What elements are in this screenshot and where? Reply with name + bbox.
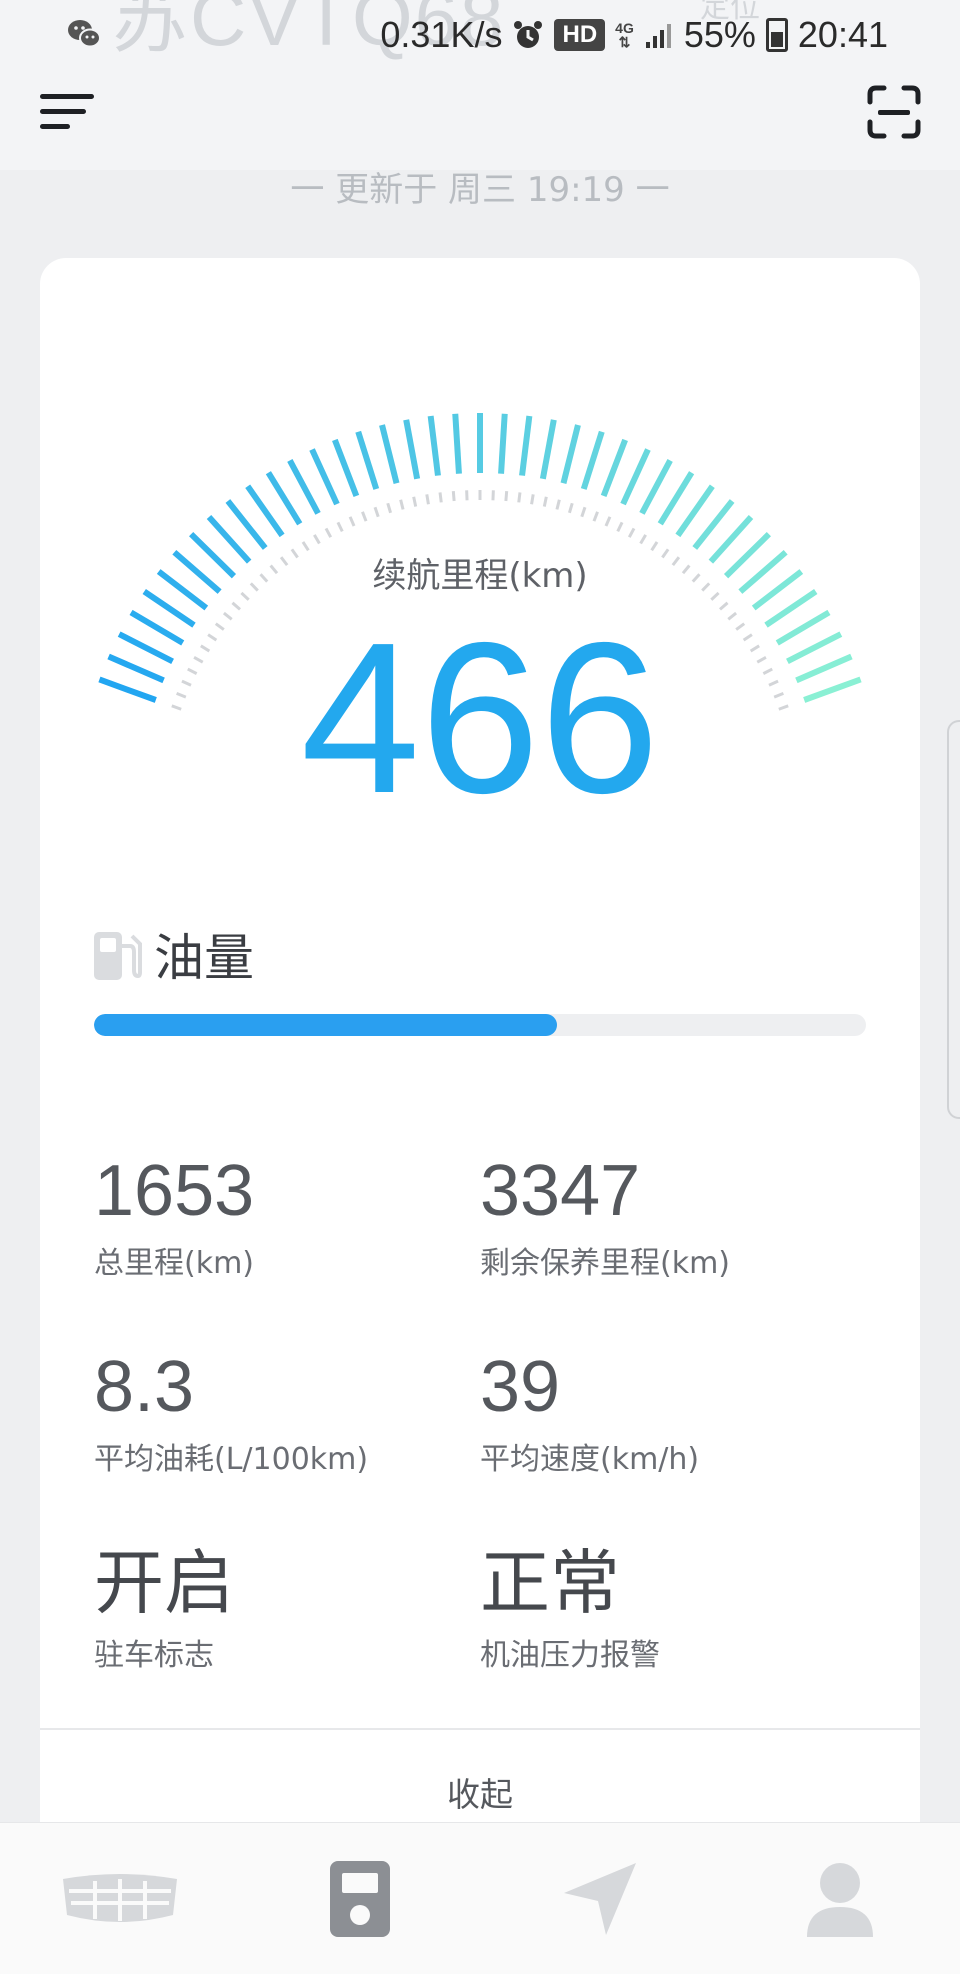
gauge-tick (290, 460, 318, 513)
gauge-tick (584, 432, 602, 489)
gauge-minor-tick (401, 500, 403, 510)
tab-navigation[interactable] (480, 1823, 720, 1974)
gauge-minor-tick (440, 492, 441, 502)
fuel-pump-icon (92, 926, 142, 982)
stat-oil-pressure-alarm: 正常 机油压力报警 (480, 1540, 850, 1674)
gauge-minor-tick (314, 535, 319, 544)
network-speed: 0.31K/s (380, 14, 502, 56)
gauge-tick (623, 449, 648, 504)
stat-label: 驻车标志 (94, 1630, 464, 1674)
clock: 20:41 (798, 14, 888, 56)
gauge-tick (543, 420, 554, 479)
vehicle-status-card: 续航里程(km) 466 油量 1653 总里程(km) 3347 剩余保养里程… (40, 258, 920, 1918)
gauge-tick (431, 416, 438, 476)
battery-percent: 55% (684, 14, 756, 56)
scan-icon[interactable] (866, 84, 922, 140)
gauge-minor-tick (557, 500, 559, 510)
signal-icon (644, 20, 674, 50)
gauge-tick (522, 416, 529, 476)
gauge-minor-tick (544, 497, 546, 507)
fuel-level-fill (94, 1014, 557, 1036)
gauge-tick (382, 425, 397, 483)
gauge-minor-tick (350, 517, 354, 526)
battery-icon (766, 18, 788, 52)
gauge-tick (335, 440, 357, 496)
gauge-minor-tick (362, 512, 366, 521)
stat-label: 剩余保养里程(km) (480, 1238, 850, 1282)
tab-vehicle[interactable] (240, 1823, 480, 1974)
tab-profile[interactable] (720, 1823, 960, 1974)
gauge-minor-tick (629, 528, 634, 537)
stat-value: 8.3 (94, 1344, 464, 1430)
gauge-minor-tick (606, 517, 610, 526)
network-type-label: 4G (615, 20, 634, 36)
gauge-tick (406, 420, 417, 479)
gauge-minor-tick (338, 522, 342, 531)
gauge-minor-tick (375, 507, 378, 516)
fuel-level-bar (94, 1014, 866, 1036)
hd-badge: HD (554, 19, 605, 51)
gauge-minor-tick (388, 503, 391, 513)
gauge-minor-tick (326, 528, 331, 537)
stat-total-mileage: 1653 总里程(km) (94, 1148, 464, 1282)
gauge-tick (604, 440, 626, 496)
gauge-minor-tick (594, 512, 598, 521)
gauge-minor-tick (506, 491, 507, 501)
stat-avg-speed: 39 平均速度(km/h) (480, 1344, 850, 1478)
range-label: 续航里程(km) (40, 548, 920, 597)
status-indicators: 0.31K/s HD 4G⇅ 55% 20:41 (380, 10, 888, 60)
bottom-tab-bar (0, 1822, 960, 1974)
gauge-minor-tick (427, 494, 429, 504)
stat-value: 正常 (480, 1540, 850, 1626)
gauge-minor-tick (519, 492, 520, 502)
vehicle-remote-icon (330, 1861, 390, 1937)
gauge-minor-tick (453, 491, 454, 501)
tab-home[interactable] (0, 1823, 240, 1974)
menu-icon[interactable] (38, 90, 98, 134)
edge-panel-handle[interactable] (947, 720, 960, 1119)
app-header (0, 70, 960, 170)
gauge-tick (358, 432, 376, 489)
profile-icon (805, 1861, 875, 1937)
gauge-tick (268, 473, 299, 524)
fuel-label: 油量 (154, 918, 254, 990)
stat-label: 机油压力报警 (480, 1630, 850, 1674)
collapse-button[interactable]: 收起 (40, 1768, 920, 1816)
stat-label: 总里程(km) (94, 1238, 464, 1282)
gauge-minor-tick (641, 535, 646, 544)
gauge-tick (312, 449, 337, 504)
gauge-minor-tick (582, 507, 585, 516)
gauge-minor-tick (532, 494, 534, 504)
status-bar: 苏CVTQ68 定位 0.31K/s HD 4G⇅ 55% 20:41 (0, 0, 960, 70)
alarm-icon (512, 19, 544, 51)
last-updated: 一 更新于 周三 19:19 一 (0, 162, 960, 211)
gauge-tick (455, 414, 459, 474)
stat-value: 1653 (94, 1148, 464, 1234)
gauge-tick (501, 414, 505, 474)
stat-value: 39 (480, 1344, 850, 1430)
range-value: 466 (40, 603, 920, 833)
navigation-icon (560, 1859, 640, 1939)
stat-label: 平均速度(km/h) (480, 1434, 850, 1478)
brand-logo-icon (55, 1871, 185, 1927)
gauge-tick (660, 473, 691, 524)
stat-parking-sign: 开启 驻车标志 (94, 1540, 464, 1674)
wechat-icon (66, 16, 102, 52)
stat-value: 3347 (480, 1148, 850, 1234)
divider (40, 1728, 920, 1730)
fuel-header: 油量 (92, 918, 254, 990)
stat-maintenance-mileage: 3347 剩余保养里程(km) (480, 1148, 850, 1282)
gauge-tick (642, 460, 670, 513)
gauge-minor-tick (569, 503, 572, 513)
network-type: 4G⇅ (615, 21, 634, 49)
gauge-minor-tick (414, 497, 416, 507)
gauge-minor-tick (618, 522, 622, 531)
stat-avg-fuel-consumption: 8.3 平均油耗(L/100km) (94, 1344, 464, 1478)
stat-value: 开启 (94, 1540, 464, 1626)
stat-label: 平均油耗(L/100km) (94, 1434, 464, 1478)
gauge-tick (563, 425, 578, 483)
